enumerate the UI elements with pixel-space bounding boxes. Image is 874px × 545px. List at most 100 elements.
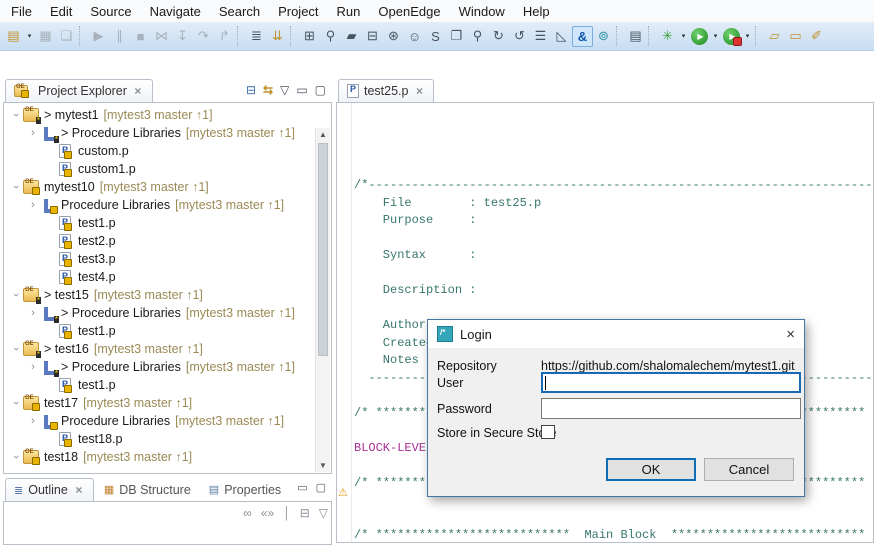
menu-help[interactable]: Help	[514, 1, 559, 22]
rotate-icon[interactable]: ↺	[509, 26, 530, 47]
filter-members-icon[interactable]: «»	[261, 506, 274, 520]
warning-icon[interactable]	[338, 486, 348, 499]
expander-icon[interactable]	[9, 181, 23, 193]
profile-icon[interactable]: ▶	[723, 27, 742, 46]
tree-scrollbar[interactable]: ▲ ▼	[315, 128, 330, 472]
terminate-icon[interactable]: ■	[130, 26, 151, 47]
refresh-icon[interactable]: ↻	[488, 26, 509, 47]
expander-icon[interactable]	[9, 397, 23, 409]
debug-dropdown-icon[interactable]: ▾	[678, 26, 689, 47]
brush-icon[interactable]: ✐	[806, 26, 827, 47]
tree-item[interactable]: test1.p	[5, 214, 315, 232]
open-file-icon[interactable]: ▱	[764, 26, 785, 47]
tree-item[interactable]: test1.p	[5, 376, 315, 394]
close-icon[interactable]	[413, 84, 425, 98]
console-icon[interactable]: ▰	[341, 26, 362, 47]
menu-search[interactable]: Search	[210, 1, 269, 22]
disconnect-icon[interactable]: ⋈	[151, 26, 172, 47]
tree-item[interactable]: test17 [mytest3 master ↑1]	[5, 394, 315, 412]
web-icon[interactable]: ⊚	[593, 26, 614, 47]
tab-project-explorer[interactable]: Project Explorer	[5, 79, 153, 102]
scroll-up-icon[interactable]: ▲	[316, 130, 330, 139]
expander-icon[interactable]	[9, 109, 23, 121]
scrollbar-thumb[interactable]	[318, 143, 328, 357]
run-icon[interactable]: ▶	[691, 27, 708, 45]
tree-item[interactable]: test4.p	[5, 268, 315, 286]
tree-item[interactable]: > Procedure Libraries [mytest3 master ↑1…	[5, 124, 315, 143]
tree-item[interactable]: test3.p	[5, 250, 315, 268]
profile-dropdown-icon[interactable]: ▾	[742, 26, 753, 47]
new-wizard-icon[interactable]: ▤	[3, 26, 24, 47]
step-return-icon[interactable]: ↱	[214, 26, 235, 47]
expander-icon[interactable]	[26, 199, 40, 211]
report-icon[interactable]: ▤	[625, 26, 646, 47]
tab-test25[interactable]: test25.p	[338, 79, 435, 102]
tab-properties[interactable]: ▤ Properties	[201, 478, 289, 501]
close-icon[interactable]	[132, 84, 144, 98]
run-dropdown-icon[interactable]: ▾	[710, 26, 721, 47]
menu-run[interactable]: Run	[328, 1, 370, 22]
menu-openedge[interactable]: OpenEdge	[369, 1, 449, 22]
tree-item[interactable]: mytest10 [mytest3 master ↑1]	[5, 178, 315, 196]
expander-icon[interactable]	[26, 361, 40, 373]
scroll-down-icon[interactable]: ▼	[316, 461, 330, 470]
checkin-icon[interactable]: ⊛	[383, 26, 404, 47]
menu-navigate[interactable]: Navigate	[141, 1, 210, 22]
tree-item[interactable]: custom.p	[5, 142, 315, 160]
tree-item[interactable]: Procedure Libraries [mytest3 master ↑1]	[5, 412, 315, 430]
expander-icon[interactable]	[9, 343, 23, 355]
collapse-all-icon[interactable]: ⊟	[300, 506, 310, 520]
menu-source[interactable]: Source	[81, 1, 140, 22]
tree-item[interactable]: test2.p	[5, 232, 315, 250]
filter-connections-icon[interactable]: ∞	[243, 506, 252, 520]
maximize-icon[interactable]: ▢	[315, 83, 326, 97]
search-icon[interactable]: ⚲	[320, 26, 341, 47]
tree-item[interactable]: test1.p	[5, 322, 315, 340]
debug-icon[interactable]: ✳	[657, 26, 678, 47]
tree-item[interactable]: > test15 [mytest3 master ↑1]	[5, 286, 315, 304]
new-dropdown-icon[interactable]: ▾	[24, 26, 35, 47]
tree-item[interactable]: > mytest1 [mytest3 master ↑1]	[5, 106, 315, 124]
tree-item[interactable]: Procedure Libraries [mytest3 master ↑1]	[5, 196, 315, 214]
ruler-icon[interactable]: ◺	[551, 26, 572, 47]
collapse-all-icon[interactable]: ⊟	[246, 83, 256, 97]
resume-icon[interactable]: ▶	[88, 26, 109, 47]
tree-item[interactable]: > Procedure Libraries [mytest3 master ↑1…	[5, 304, 315, 323]
expander-icon[interactable]	[26, 307, 40, 319]
cancel-button[interactable]: Cancel	[704, 458, 794, 481]
expander-icon[interactable]	[9, 451, 23, 463]
zoom-icon[interactable]: ⚲	[467, 26, 488, 47]
link-debug-icon[interactable]: ⇊	[267, 26, 288, 47]
menu-window[interactable]: Window	[450, 1, 514, 22]
expander-icon[interactable]	[9, 289, 23, 301]
secure-store-checkbox[interactable]	[541, 425, 555, 439]
open-perspective-icon[interactable]: ⊞	[299, 26, 320, 47]
save-icon[interactable]: ▦	[35, 26, 56, 47]
minimize-icon[interactable]: ▭	[297, 481, 307, 494]
tab-db-structure[interactable]: ▦ DB Structure	[96, 478, 199, 501]
menu-file[interactable]: File	[2, 1, 41, 22]
save-all-icon[interactable]: ❏	[56, 26, 77, 47]
close-icon[interactable]	[786, 326, 795, 343]
user-input[interactable]	[541, 372, 801, 393]
suspend-icon[interactable]: ∥	[109, 26, 130, 47]
sync-icon[interactable]: S	[425, 26, 446, 47]
close-icon[interactable]	[73, 483, 85, 497]
ampersand-icon[interactable]: &	[572, 25, 593, 47]
menu-project[interactable]: Project	[269, 1, 327, 22]
tree-item[interactable]: test18 [mytest3 master ↑1]	[5, 448, 315, 466]
step-into-icon[interactable]: ↧	[172, 26, 193, 47]
login-dialog-titlebar[interactable]: Login	[428, 320, 804, 348]
tree-item[interactable]: > test16 [mytest3 master ↑1]	[5, 340, 315, 358]
expander-icon[interactable]	[26, 127, 40, 139]
view-menu-icon[interactable]: ▽	[280, 83, 289, 97]
link-with-editor-icon[interactable]: ⇆	[263, 83, 273, 97]
open-folder-icon[interactable]: ▭	[785, 26, 806, 47]
ok-button[interactable]: OK	[606, 458, 696, 481]
person-icon[interactable]: ☺	[404, 26, 425, 47]
maximize-icon[interactable]: ▢	[316, 481, 326, 494]
view-menu-icon[interactable]: ▽	[319, 506, 328, 520]
tree-item[interactable]: test18.p	[5, 430, 315, 448]
step-over-icon[interactable]: ↷	[193, 26, 214, 47]
tree-item[interactable]: > Procedure Libraries [mytest3 master ↑1…	[5, 358, 315, 377]
